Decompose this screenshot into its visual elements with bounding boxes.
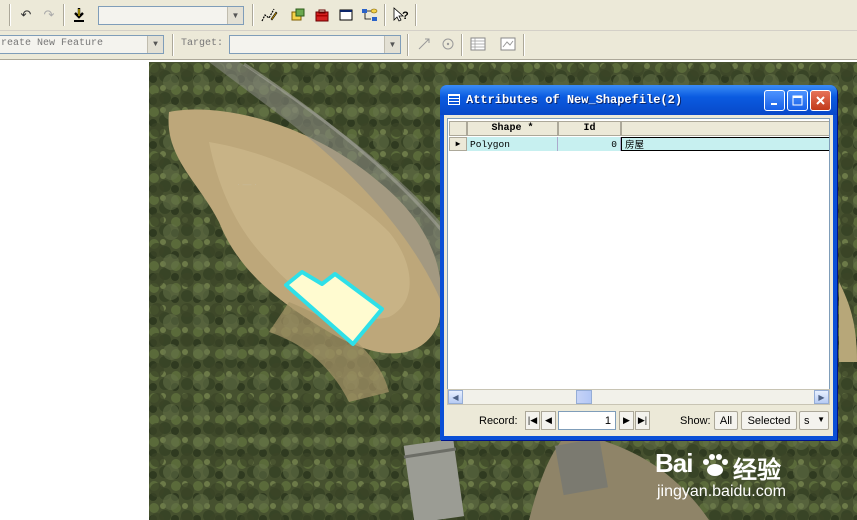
attributes-window[interactable]: Attributes of New_Shapefile(2) Shape * I… <box>440 85 837 440</box>
toolbar-separator <box>461 34 463 56</box>
add-data-icon[interactable] <box>68 5 90 25</box>
toolbar-separator <box>63 4 65 26</box>
whats-this-icon[interactable]: ? <box>390 5 412 25</box>
scroll-right-icon[interactable]: ▶ <box>814 390 829 404</box>
previous-record-icon[interactable]: ◀ <box>541 411 556 430</box>
options-label: s <box>804 414 810 427</box>
editor-icon[interactable] <box>258 5 280 25</box>
chevron-down-icon: ▼ <box>817 415 825 424</box>
scrollbar-thumb[interactable] <box>576 390 592 404</box>
table-cell-extra[interactable]: 房屋 <box>621 137 829 151</box>
table-cell-id[interactable]: 0 <box>558 137 621 151</box>
window-title: Attributes of New_Shapefile(2) <box>466 93 683 107</box>
window-client-area: Shape * Id ▶ Polygon 0 房屋 ◀ ▶ Record: |◀… <box>444 115 833 436</box>
horizontal-scrollbar[interactable]: ◀ ▶ <box>447 389 830 405</box>
watermark-brand: Bai <box>655 448 693 478</box>
watermark-brand-cn: 经验 <box>733 457 781 484</box>
main-toolbar: ↶ ↷ ▼ ? <box>0 0 857 31</box>
toolbar-separator <box>523 34 525 56</box>
options-button[interactable]: s ▼ <box>799 411 829 430</box>
watermark-url: jingyan.baidu.com <box>657 483 786 500</box>
next-record-icon[interactable]: ▶ <box>619 411 634 430</box>
task-combo[interactable]: reate New Feature ▼ <box>0 35 164 54</box>
baidu-watermark: Bai 经验 jingyan.baidu.com <box>655 448 855 508</box>
scroll-left-icon[interactable]: ◀ <box>448 390 463 404</box>
column-header-label: Shape * <box>491 123 534 134</box>
attributes-icon[interactable] <box>467 34 489 54</box>
row-selector-header <box>449 121 467 136</box>
window-title-bar[interactable]: Attributes of New_Shapefile(2) <box>440 85 837 115</box>
table-icon <box>448 94 460 105</box>
map-scale-combo[interactable]: ▼ <box>98 6 244 25</box>
close-button[interactable] <box>810 90 831 111</box>
split-tool-icon[interactable] <box>413 34 435 54</box>
record-label: Record: <box>479 415 518 427</box>
target-label: Target: <box>181 38 224 49</box>
chevron-down-icon[interactable]: ▼ <box>227 7 243 24</box>
chevron-down-icon[interactable]: ▼ <box>147 36 163 53</box>
svg-text:· — ·: · — · <box>237 179 257 189</box>
table-cell-shape[interactable]: Polygon <box>467 137 558 151</box>
column-header-extra[interactable] <box>621 121 829 136</box>
show-all-button[interactable]: All <box>714 411 738 430</box>
row-selector-arrow-icon[interactable]: ▶ <box>449 137 467 151</box>
chevron-down-icon[interactable]: ▼ <box>384 36 400 53</box>
command-line-icon[interactable] <box>335 5 357 25</box>
toolbar-separator <box>384 4 386 26</box>
first-record-icon[interactable]: |◀ <box>525 411 540 430</box>
arccatalog-icon[interactable] <box>287 5 309 25</box>
toolbar-separator <box>252 4 254 26</box>
paw-icon <box>703 454 728 476</box>
editor-toolbar: reate New Feature ▼ Target: ▼ <box>0 31 857 60</box>
show-label: Show: <box>680 415 711 427</box>
toolbar-separator <box>9 4 11 26</box>
toolbar-separator <box>415 4 417 26</box>
undo-icon[interactable]: ↶ <box>15 5 37 25</box>
rotate-tool-icon[interactable] <box>437 34 459 54</box>
toolbar-separator <box>407 34 409 56</box>
svg-text:?: ? <box>402 10 409 22</box>
arctoolbox-icon[interactable] <box>311 5 333 25</box>
maximize-button[interactable] <box>787 90 808 111</box>
sketch-properties-icon[interactable] <box>497 34 519 54</box>
record-navigator: Record: |◀ ◀ 1 ▶ ▶| Show: All Selected s… <box>444 408 833 434</box>
minimize-icon <box>770 102 777 105</box>
attribute-table[interactable]: Shape * Id ▶ Polygon 0 房屋 <box>447 118 830 405</box>
redo-icon[interactable]: ↷ <box>38 5 60 25</box>
task-value: reate New Feature <box>1 38 104 49</box>
last-record-icon[interactable]: ▶| <box>635 411 650 430</box>
show-selected-button[interactable]: Selected <box>741 411 797 430</box>
maximize-icon <box>792 95 803 106</box>
record-number-input[interactable]: 1 <box>558 411 616 430</box>
modelbuilder-icon[interactable] <box>359 5 381 25</box>
toolbar-separator <box>172 34 174 56</box>
column-header-label: Id <box>583 123 596 134</box>
target-combo[interactable]: ▼ <box>229 35 401 54</box>
close-icon <box>816 96 825 105</box>
column-header-id[interactable]: Id <box>558 121 621 136</box>
column-header-shape[interactable]: Shape * <box>467 121 558 136</box>
minimize-button[interactable] <box>764 90 785 111</box>
